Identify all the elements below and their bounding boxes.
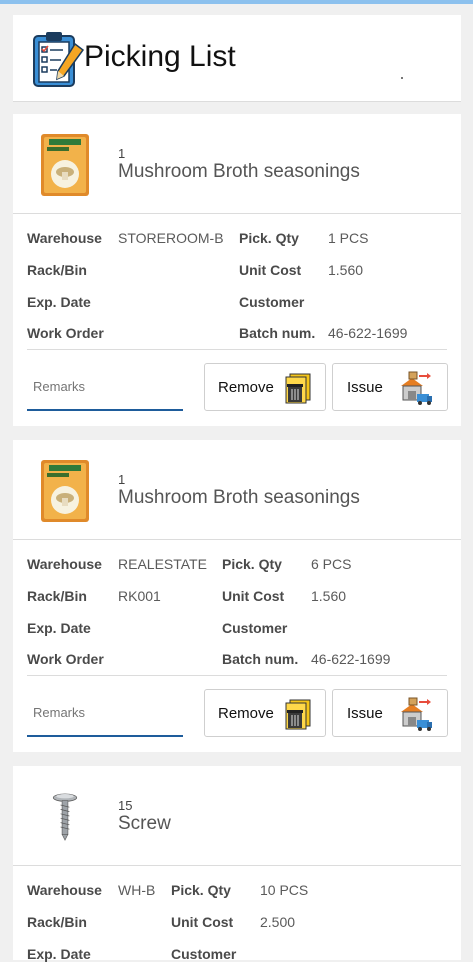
unit-cost-value: 2.500 <box>260 914 296 930</box>
divider <box>13 865 461 866</box>
issue-button[interactable]: Issue <box>332 363 448 411</box>
remove-button[interactable]: Remove <box>204 363 326 411</box>
warehouse-value: REALESTATE <box>118 556 207 572</box>
remove-button[interactable]: Remove <box>204 689 326 737</box>
pick-qty-value: 6 PCS <box>311 556 352 572</box>
divider <box>27 349 447 350</box>
batch-num-label: Batch num. <box>239 325 316 341</box>
batch-num-value: 46-622-1699 <box>328 325 408 341</box>
document-trash-icon <box>285 373 311 404</box>
picking-item-card: 1 Mushroom Broth seasonings Warehouse ST… <box>13 114 461 426</box>
batch-num-label: Batch num. <box>222 651 299 667</box>
warehouse-value: WH-B <box>118 882 156 898</box>
rack-bin-value: RK001 <box>118 588 161 604</box>
remarks-input[interactable] <box>27 364 183 411</box>
item-name: Screw <box>118 813 171 834</box>
remove-button-label: Remove <box>218 705 274 722</box>
rack-bin-label: Rack/Bin <box>27 262 87 278</box>
pick-qty-label: Pick. Qty <box>239 230 299 246</box>
unit-cost-label: Unit Cost <box>239 262 302 278</box>
customer-label: Customer <box>222 620 288 636</box>
top-accent-bar <box>0 0 473 4</box>
seasoning-pack-image <box>41 460 89 522</box>
pick-qty-label: Pick. Qty <box>171 882 231 898</box>
item-name: Mushroom Broth seasonings <box>118 161 360 182</box>
header-dot <box>401 77 403 79</box>
screw-image <box>52 793 78 841</box>
seasoning-pack-image <box>41 134 89 196</box>
warehouse-delivery-icon <box>401 371 432 405</box>
divider <box>13 213 461 214</box>
divider <box>13 539 461 540</box>
customer-label: Customer <box>239 294 305 310</box>
warehouse-label: Warehouse <box>27 882 102 898</box>
exp-date-label: Exp. Date <box>27 294 91 310</box>
unit-cost-value: 1.560 <box>328 262 364 278</box>
warehouse-value: STOREROOM-B <box>118 230 224 246</box>
work-order-label: Work Order <box>27 325 104 341</box>
picking-item-card: 15 Screw Warehouse WH-B Pick. Qty 10 PCS… <box>13 766 461 962</box>
document-trash-icon <box>285 699 311 730</box>
pick-qty-label: Pick. Qty <box>222 556 282 572</box>
issue-button[interactable]: Issue <box>332 689 448 737</box>
warehouse-label: Warehouse <box>27 230 102 246</box>
pick-qty-value: 1 PCS <box>328 230 369 246</box>
unit-cost-label: Unit Cost <box>222 588 285 604</box>
divider <box>27 675 447 676</box>
item-quantity: 1 <box>118 472 126 487</box>
warehouse-label: Warehouse <box>27 556 102 572</box>
issue-button-label: Issue <box>347 705 383 722</box>
unit-cost-label: Unit Cost <box>171 914 234 930</box>
pick-qty-value: 10 PCS <box>260 882 309 898</box>
warehouse-delivery-icon <box>401 697 432 731</box>
remove-button-label: Remove <box>218 379 274 396</box>
rack-bin-label: Rack/Bin <box>27 588 87 604</box>
picking-item-card: 1 Mushroom Broth seasonings Warehouse RE… <box>13 440 461 752</box>
issue-button-label: Issue <box>347 379 383 396</box>
remarks-input[interactable] <box>27 690 183 737</box>
batch-num-value: 46-622-1699 <box>311 651 391 667</box>
unit-cost-value: 1.560 <box>311 588 347 604</box>
item-name: Mushroom Broth seasonings <box>118 487 360 508</box>
item-quantity: 1 <box>118 146 126 161</box>
page-title: Picking List <box>84 40 236 73</box>
work-order-label: Work Order <box>27 651 104 667</box>
clipboard-checklist-icon <box>33 32 85 87</box>
exp-date-label: Exp. Date <box>27 620 91 636</box>
page-header: Picking List <box>13 15 461 102</box>
rack-bin-label: Rack/Bin <box>27 914 87 930</box>
item-quantity: 15 <box>118 798 133 813</box>
